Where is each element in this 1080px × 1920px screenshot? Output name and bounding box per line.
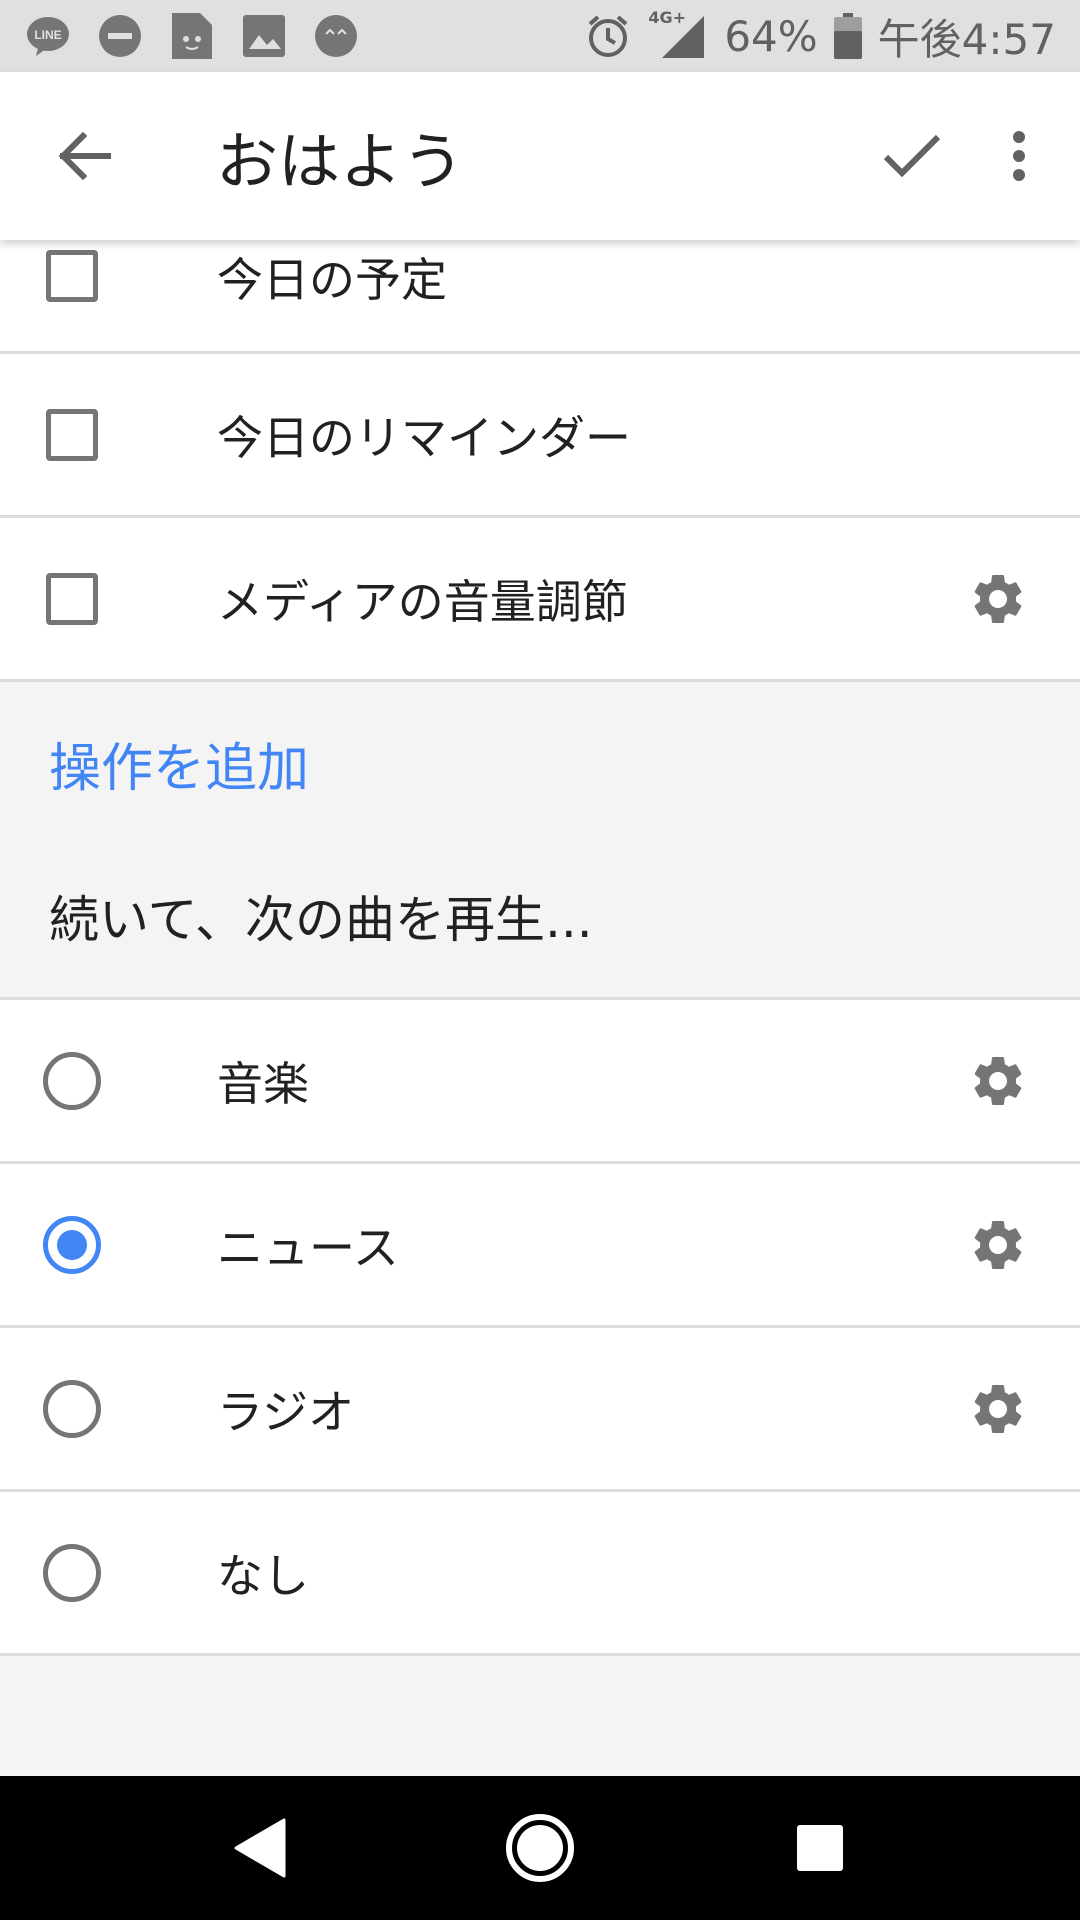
- nav-home-button[interactable]: [480, 1788, 600, 1908]
- save-button[interactable]: [850, 72, 974, 240]
- check-icon: [883, 134, 941, 178]
- list-item-todays-schedule[interactable]: 今日の予定: [0, 240, 1080, 354]
- radio-radio[interactable]: [40, 1377, 104, 1441]
- file-icon: [168, 12, 216, 60]
- gear-icon: [974, 574, 1022, 623]
- alarm-icon: [584, 12, 632, 60]
- status-bar-notifications: LINE: [24, 12, 360, 60]
- settings-button-news[interactable]: [966, 1213, 1030, 1277]
- battery-icon: [832, 12, 864, 60]
- then-play-heading: 続いて、次の曲を再生...: [49, 891, 593, 949]
- status-bar-system: 4G+ 64% 午後4:57: [584, 6, 1056, 67]
- app-bar: おはよう: [0, 72, 1080, 240]
- face-icon: [312, 12, 360, 60]
- more-vert-icon: [1013, 131, 1025, 181]
- back-button[interactable]: [0, 72, 168, 240]
- item-label: 音楽: [217, 1056, 309, 1111]
- svg-text:LINE: LINE: [34, 28, 61, 42]
- nav-recents-button[interactable]: [760, 1788, 880, 1908]
- list-item-news[interactable]: ニュース: [0, 1164, 1080, 1328]
- system-nav-bar: [0, 1776, 1080, 1920]
- settings-button-music[interactable]: [966, 1049, 1030, 1113]
- list-item-none[interactable]: なし: [0, 1492, 1080, 1656]
- item-label: なし: [217, 1548, 309, 1603]
- checkbox-media-volume[interactable]: [40, 567, 104, 631]
- list-item-media-volume[interactable]: メディアの音量調節: [0, 518, 1080, 682]
- list-item-radio[interactable]: ラジオ: [0, 1328, 1080, 1492]
- signal-icon: 4G+: [646, 8, 710, 60]
- item-label: ラジオ: [217, 1384, 355, 1439]
- do-not-disturb-icon: [96, 12, 144, 60]
- add-action-link[interactable]: 操作を追加: [49, 726, 309, 801]
- gear-icon: [974, 1220, 1022, 1269]
- nav-back-icon: [234, 1818, 286, 1878]
- settings-button-media-volume[interactable]: [966, 567, 1030, 631]
- status-bar: LINE 4G+ 64% 午後4:57: [0, 0, 1080, 72]
- add-action-section: 操作を追加 続いて、次の曲を再生...: [0, 682, 1080, 1000]
- gear-icon: [974, 1056, 1022, 1105]
- checkbox-todays-schedule[interactable]: [40, 244, 104, 308]
- checkbox-box: [46, 572, 98, 625]
- item-label: 今日の予定: [217, 253, 447, 307]
- checkbox-box: [46, 408, 98, 461]
- radio-circle: [43, 1379, 101, 1438]
- back-arrow-icon: [58, 132, 111, 180]
- nav-back-button[interactable]: [200, 1788, 320, 1908]
- checkbox-box: [46, 250, 98, 302]
- clock: 午後4:57: [877, 14, 1056, 64]
- line-icon: LINE: [24, 12, 72, 60]
- network-type-label: 4G+: [648, 8, 686, 27]
- page-title: おはよう: [216, 125, 465, 198]
- nav-home-icon: [506, 1814, 574, 1882]
- gear-icon: [974, 1384, 1022, 1433]
- radio-news[interactable]: [40, 1213, 104, 1277]
- image-icon: [240, 12, 288, 60]
- nav-recents-icon: [797, 1825, 843, 1871]
- routine-content: 今日の予定 今日のリマインダー メディアの音量調節 操作を追加 続いて、次の曲を…: [0, 240, 1080, 1656]
- item-label: メディアの音量調節: [217, 574, 628, 629]
- settings-button-radio[interactable]: [966, 1377, 1030, 1441]
- checkbox-todays-reminders[interactable]: [40, 403, 104, 467]
- radio-circle: [43, 1051, 101, 1110]
- item-label: 今日のリマインダー: [217, 410, 631, 465]
- battery-percent: 64%: [724, 11, 818, 61]
- item-label: ニュース: [217, 1220, 399, 1275]
- radio-circle: [43, 1543, 101, 1602]
- radio-none[interactable]: [40, 1541, 104, 1605]
- list-item-todays-reminders[interactable]: 今日のリマインダー: [0, 354, 1080, 518]
- list-item-music[interactable]: 音楽: [0, 1000, 1080, 1164]
- radio-music[interactable]: [40, 1049, 104, 1113]
- more-options-button[interactable]: [974, 72, 1064, 240]
- radio-circle-selected: [43, 1215, 101, 1274]
